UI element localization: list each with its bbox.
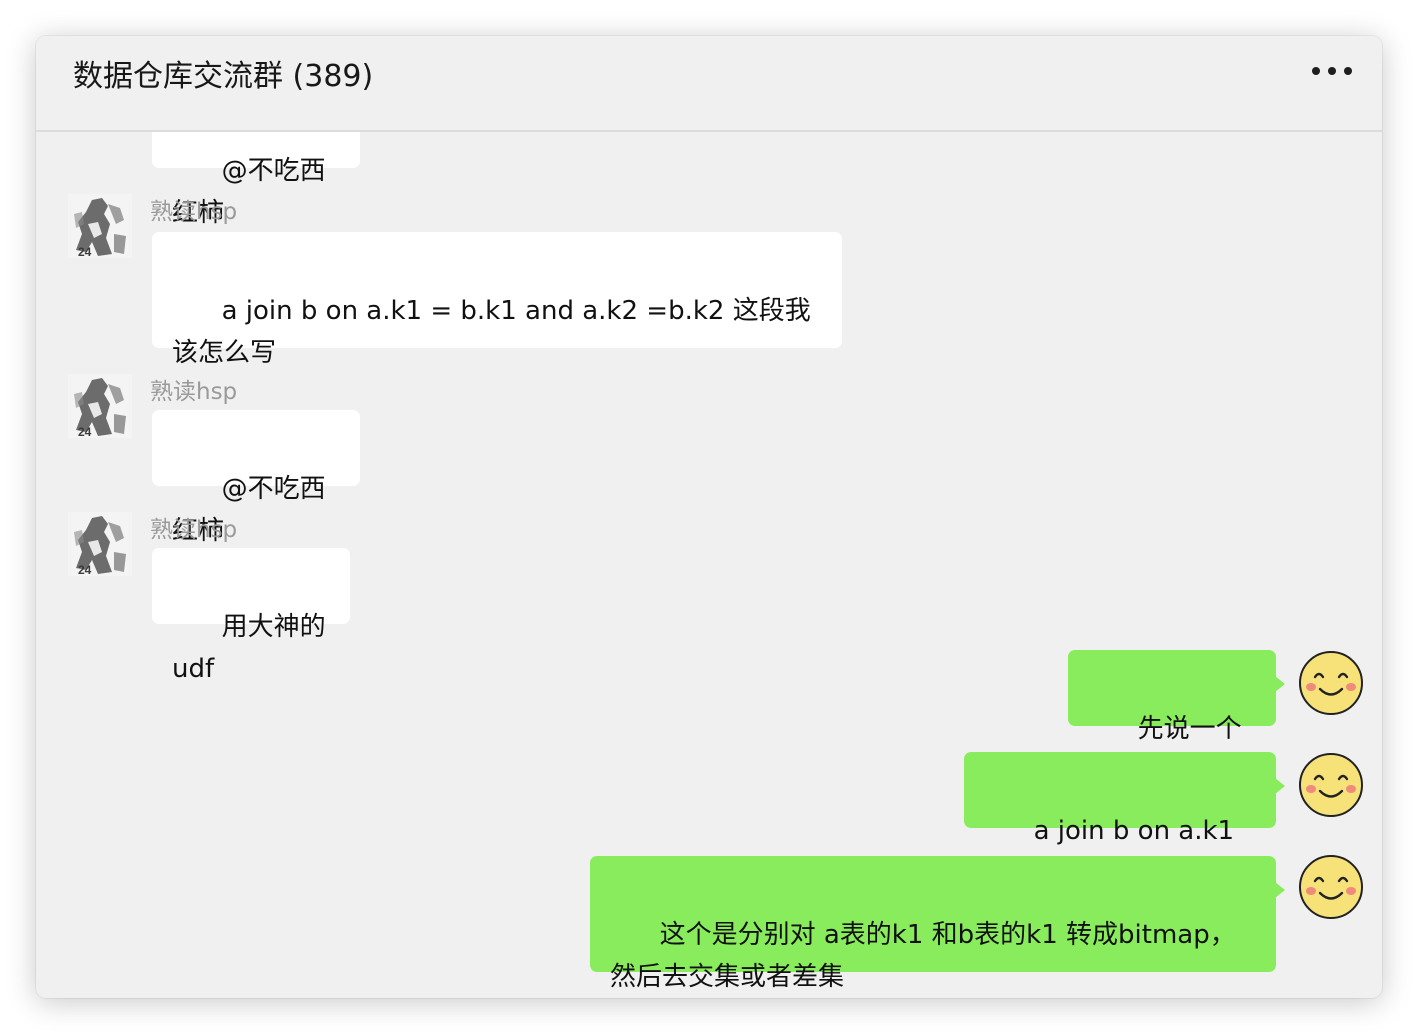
- more-options-button[interactable]: [1312, 58, 1352, 84]
- svg-text:24: 24: [78, 563, 92, 576]
- sender-avatar[interactable]: 24: [68, 374, 132, 438]
- smiley-face-avatar-icon: [1299, 753, 1363, 817]
- basketball-player-avatar-icon: 24: [68, 194, 132, 258]
- own-avatar[interactable]: [1298, 854, 1364, 920]
- chat-window: 数据仓库交流群 (389) @不吃西红柿 24 熟读hsp a join b o…: [36, 36, 1382, 998]
- smiley-face-avatar-icon: [1299, 855, 1363, 919]
- message-bubble[interactable]: @不吃西红柿: [152, 132, 360, 228]
- smiley-face-avatar-icon: [1299, 651, 1363, 715]
- message-bubble[interactable]: 用大神的udf: [152, 548, 350, 684]
- own-avatar[interactable]: [1298, 650, 1364, 716]
- message-bubble-own[interactable]: a join b on a.k1 = b.k1: [964, 752, 1285, 888]
- message-text: 用大神的udf: [172, 612, 326, 684]
- basketball-player-avatar-icon: 24: [68, 512, 132, 576]
- message-bubble-own[interactable]: 这个是分别对 a表的k1 和b表的k1 转成bitmap，然后去交集或者差集: [590, 856, 1285, 992]
- sender-name: 熟读hsp: [150, 199, 238, 225]
- more-dots-icon: [1312, 67, 1320, 75]
- message-bubble[interactable]: @不吃西红柿: [152, 410, 360, 546]
- sender-avatar[interactable]: 24: [68, 512, 132, 576]
- chat-header: 数据仓库交流群 (389): [36, 36, 1382, 132]
- sender-name: 熟读hsp: [150, 379, 238, 405]
- svg-text:24: 24: [78, 245, 92, 258]
- message-bubble-own[interactable]: 先说一个字段: [1068, 650, 1285, 786]
- basketball-player-avatar-icon: 24: [68, 374, 132, 438]
- sender-name: 熟读hsp: [150, 517, 238, 543]
- own-avatar[interactable]: [1298, 752, 1364, 818]
- message-bubble[interactable]: a join b on a.k1 = b.k1 and a.k2 =b.k2 这…: [152, 232, 842, 368]
- message-text: 这个是分别对 a表的k1 和b表的k1 转成bitmap，然后去交集或者差集: [610, 920, 1236, 992]
- message-list[interactable]: @不吃西红柿 24 熟读hsp a join b on a.k1 = b.k1 …: [36, 132, 1382, 998]
- message-text: a join b on a.k1 = b.k1 and a.k2 =b.k2 这…: [172, 296, 811, 368]
- chat-title: 数据仓库交流群 (389): [73, 59, 374, 94]
- svg-text:24: 24: [78, 425, 92, 438]
- sender-avatar[interactable]: 24: [68, 194, 132, 258]
